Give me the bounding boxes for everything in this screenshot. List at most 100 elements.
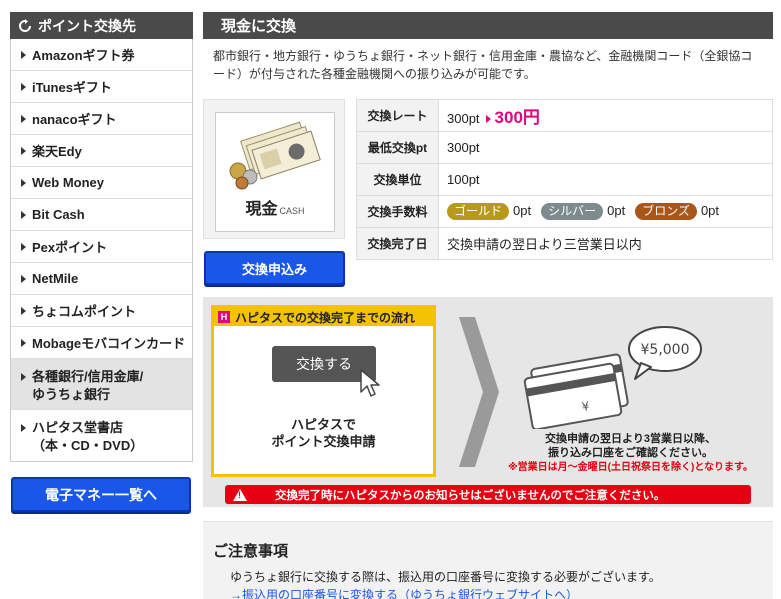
convert-account-link[interactable]: →振込用の口座番号に変換する（ゆうちょ銀行ウェブサイトへ） bbox=[230, 586, 578, 599]
gold-fee: 0pt bbox=[513, 203, 532, 218]
table-row: 最低交換pt 300pt bbox=[356, 131, 773, 164]
bronze-fee: 0pt bbox=[700, 203, 720, 218]
arrow-right-icon bbox=[21, 338, 26, 347]
done-value: 交換申請の翌日より三営業日以内 bbox=[438, 227, 773, 260]
refresh-icon bbox=[18, 18, 32, 33]
done-key: 交換完了日 bbox=[356, 227, 439, 260]
arrow-right-icon bbox=[21, 274, 26, 283]
arrow-right-icon bbox=[21, 424, 26, 432]
arrow-right-icon bbox=[21, 306, 26, 315]
flow-panel: H ハピタスでの交換完了までの流れ 交換する ハピタスで ポイント交換申請 ¥ ¥5… bbox=[203, 297, 773, 507]
cash-label: 現金 bbox=[245, 201, 278, 218]
rate-value: 300pt 300円 bbox=[438, 99, 773, 132]
description: 都市銀行・地方銀行・ゆうちょ銀行・ネット銀行・信用金庫・農協など、金融機関コード… bbox=[213, 49, 753, 81]
amount-label: ¥5,000 bbox=[641, 342, 690, 358]
caution-text: ゆうちょ銀行に交換する際は、振込用の口座番号に変換する必要がございます。 bbox=[230, 570, 661, 584]
thumb-box: 現金 CASH bbox=[203, 99, 345, 239]
table-row: 交換完了日 交換申請の翌日より三営業日以内 bbox=[356, 227, 773, 260]
flow-step1-box: H ハピタスでの交換完了までの流れ 交換する ハピタスで ポイント交換申請 bbox=[211, 305, 436, 477]
sidebar-item-label: Bit Cash bbox=[32, 207, 85, 222]
min-value: 300pt bbox=[438, 131, 773, 164]
warning-icon bbox=[233, 488, 247, 501]
silver-fee: 0pt bbox=[607, 203, 626, 218]
flow-step2-text: 交換申請の翌日より3営業日以降、 振り込み口座をご確認ください。 ※営業日は月～… bbox=[493, 432, 768, 475]
apply-button[interactable]: 交換申込み bbox=[204, 251, 345, 285]
sidebar-item-edy[interactable]: 楽天Edy bbox=[11, 135, 192, 167]
sidebar-item-label: Web Money bbox=[32, 175, 104, 190]
rate-to: 300円 bbox=[494, 108, 540, 127]
rate-from: 300pt bbox=[447, 111, 480, 126]
sidebar-item-nanaco[interactable]: nanacoギフト bbox=[11, 103, 192, 135]
step1-line2: ポイント交換申請 bbox=[271, 434, 376, 449]
arrow-right-icon bbox=[21, 82, 26, 91]
arrow-right-icon bbox=[21, 114, 26, 123]
sidebar-item-chocom[interactable]: ちょコムポイント bbox=[11, 295, 192, 327]
cash-sublabel: CASH bbox=[279, 206, 305, 216]
sidebar-item-label: Mobageモバコインカード bbox=[32, 336, 186, 351]
sidebar-title: ポイント交換先 bbox=[38, 17, 136, 34]
cursor-icon bbox=[360, 369, 380, 397]
unit-key: 交換単位 bbox=[356, 163, 439, 196]
caution-title: ご注意事項 bbox=[213, 543, 289, 560]
sidebar-item-bookstore[interactable]: ハピタス堂書店 （本・CD・DVD） bbox=[11, 410, 192, 462]
flow-title-text: ハピタスでの交換完了までの流れ bbox=[235, 310, 416, 325]
sidebar-item-itunes[interactable]: iTunesギフト bbox=[11, 71, 192, 103]
thumb-label: 現金 CASH bbox=[216, 195, 334, 219]
label-line2: ゆうちょ銀行 bbox=[32, 387, 111, 402]
step2-line2: 振り込み口座をご確認ください。 bbox=[548, 447, 713, 459]
sidebar: ポイント交換先 Amazonギフト券 iTunesギフト nanacoギフト 楽… bbox=[10, 12, 193, 462]
sidebar-item-pex[interactable]: Pexポイント bbox=[11, 231, 192, 263]
label-line1: 各種銀行/信用金庫/ bbox=[32, 369, 144, 384]
sidebar-item-label: Pexポイント bbox=[32, 240, 108, 255]
cash-image: 現金 CASH bbox=[215, 112, 335, 232]
sidebar-header: ポイント交換先 bbox=[10, 12, 193, 39]
step1-line1: ハピタスで bbox=[290, 417, 356, 432]
label-line1: ハピタス堂書店 bbox=[32, 420, 124, 435]
notice-bar: 交換完了時にハピタスからのお知らせはございませんのでご注意ください。 bbox=[225, 485, 751, 504]
sidebar-item-label: NetMile bbox=[32, 271, 79, 286]
table-row: 交換手数料 ゴールド 0pt シルバー 0pt ブロンズ 0pt bbox=[356, 195, 773, 228]
bank-card-icon: ¥ ¥5,000 bbox=[523, 326, 702, 429]
hapitas-logo-icon: H bbox=[218, 311, 230, 323]
arrow-right-icon bbox=[21, 210, 26, 219]
main-content: 現金に交換 都市銀行・地方銀行・ゆうちょ銀行・ネット銀行・信用金庫・農協など、金… bbox=[203, 12, 773, 285]
step2-note: ※営業日は月～金曜日(土日祝祭日を除く)となります。 bbox=[507, 462, 754, 473]
arrow-right-icon bbox=[21, 146, 26, 155]
fee-value: ゴールド 0pt シルバー 0pt ブロンズ 0pt bbox=[438, 195, 773, 228]
fee-key: 交換手数料 bbox=[356, 195, 439, 228]
arrow-right-icon bbox=[21, 178, 26, 187]
cash-bills-icon bbox=[229, 121, 321, 190]
sidebar-item-label: Amazonギフト券 bbox=[32, 48, 135, 63]
flow-step1-text: ハピタスでポイント交換申請 bbox=[214, 416, 433, 450]
step2-line1: 交換申請の翌日より3営業日以降、 bbox=[545, 433, 716, 445]
arrow-right-icon bbox=[21, 242, 26, 251]
sidebar-item-label: 楽天Edy bbox=[32, 144, 82, 159]
flow-title: H ハピタスでの交換完了までの流れ bbox=[214, 308, 433, 326]
exchange-info-table: 交換レート 300pt 300円 最低交換pt 300pt 交換単位 100pt … bbox=[356, 99, 773, 260]
sidebar-item-bank[interactable]: 各種銀行/信用金庫/ゆうちょ銀行 bbox=[11, 359, 192, 410]
arrow-right-icon bbox=[21, 50, 26, 59]
sidebar-item-label: ハピタス堂書店 （本・CD・DVD） bbox=[32, 419, 143, 455]
label-line2: （本・CD・DVD） bbox=[32, 438, 144, 453]
sidebar-item-netmile[interactable]: NetMile bbox=[11, 263, 192, 295]
bronze-badge: ブロンズ bbox=[635, 203, 697, 220]
rate-key: 交換レート bbox=[356, 99, 439, 132]
emoney-list-button[interactable]: 電子マネー一覧へ bbox=[11, 477, 191, 512]
notice-text: 交換完了時にハピタスからのお知らせはございませんのでご注意ください。 bbox=[275, 489, 666, 502]
sidebar-item-webmoney[interactable]: Web Money bbox=[11, 167, 192, 199]
sidebar-item-label: iTunesギフト bbox=[32, 80, 112, 95]
caution-section: ご注意事項 ゆうちょ銀行に交換する際は、振込用の口座番号に変換する必要がございま… bbox=[203, 521, 773, 599]
unit-value: 100pt bbox=[438, 163, 773, 196]
min-key: 最低交換pt bbox=[356, 131, 439, 164]
sidebar-item-bitcash[interactable]: Bit Cash bbox=[11, 199, 192, 231]
table-row: 交換単位 100pt bbox=[356, 163, 773, 196]
exchange-panel: 現金 CASH 交換申込み 交換レート 300pt 300円 最低交換pt 300p… bbox=[203, 99, 773, 285]
gold-badge: ゴールド bbox=[447, 203, 510, 220]
sidebar-item-label: nanacoギフト bbox=[32, 112, 117, 127]
arrow-right-icon bbox=[21, 373, 26, 381]
sidebar-item-label: ちょコムポイント bbox=[32, 304, 137, 319]
silver-badge: シルバー bbox=[541, 203, 604, 220]
sidebar-item-mobage[interactable]: Mobageモバコインカード bbox=[11, 327, 192, 359]
table-row: 交換レート 300pt 300円 bbox=[356, 99, 773, 132]
sidebar-item-amazon[interactable]: Amazonギフト券 bbox=[11, 39, 192, 71]
